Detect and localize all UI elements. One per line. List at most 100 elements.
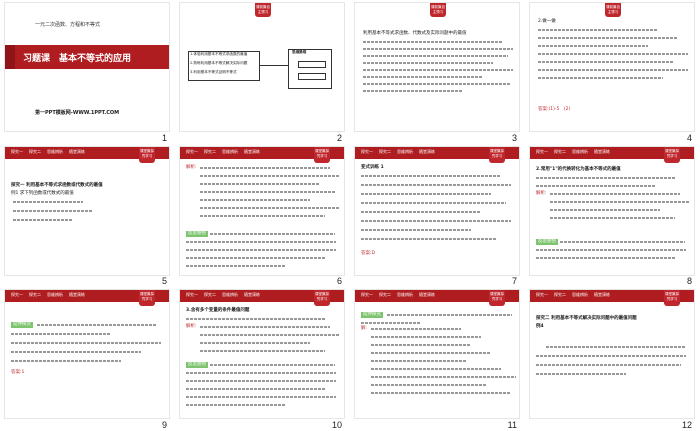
slide-thumb-10[interactable]: 探究一 探究二 思维辨析 随堂演练 课堂篇探究学习 3.含有多个变量的条件最值问… [175, 287, 350, 431]
section-badge: 课堂篇探究学习 [314, 146, 330, 163]
slide-thumb-11[interactable]: 探究一 探究二 思维辨析 随堂演练 课堂篇探究学习 延伸探究 解: 11 [350, 287, 525, 431]
tab-explore-1: 探究一 [536, 292, 548, 298]
text-block [371, 328, 516, 400]
tab-explore-2: 探究二 [29, 292, 41, 298]
tab-thinking: 思维辨析 [222, 148, 238, 154]
solution-label: 解析: [536, 190, 547, 196]
slide-number: 8 [686, 276, 692, 287]
slide-canvas: 探究一 探究二 思维辨析 随堂演练 课堂篇探究学习 变式训练 1 答案:D [354, 145, 520, 276]
tab-practice: 随堂演练 [594, 148, 610, 154]
tab-explore-1: 探究一 [11, 292, 23, 298]
section-badge: 课堂篇探究学习 [314, 290, 330, 307]
slide-thumb-7[interactable]: 探究一 探究二 思维辨析 随堂演练 课堂篇探究学习 变式训练 1 答案:D 7 [350, 144, 525, 288]
section-badge: 课前篇自主预习 [430, 3, 446, 17]
diagram-line: 1.体验利用基本不等式求函数的最值 [190, 52, 248, 56]
tab-practice: 随堂演练 [244, 148, 260, 154]
tab-explore-2: 探究二 [554, 292, 566, 298]
slide-number: 10 [331, 419, 342, 430]
text-block [200, 166, 340, 223]
slide-number: 3 [511, 132, 517, 143]
slide-canvas: 课前篇自主预习 利用基本不等式求函数、代数式及实际问题中的最值 [354, 2, 520, 132]
slide-canvas: 探究一 探究二 思维辨析 随堂演练 课堂篇探究学习 延伸探究 答案:1 [4, 289, 170, 420]
slide-thumb-2[interactable]: 课前篇自主预习 1.体验利用基本不等式求函数的最值 2.熟练利用基本不等式解决实… [175, 0, 350, 144]
cover-title: 习题课 基本不等式的应用 [23, 54, 132, 64]
tab-explore-2: 探究二 [204, 292, 216, 298]
text-block [186, 364, 340, 412]
slide-canvas: 一元二次函数、方程和不等式 习题课 基本不等式的应用 第一PPT模板网-WWW.… [4, 2, 170, 132]
diagram-line: 2.熟练利用基本不等式解决实际问题 [190, 61, 248, 65]
slide-heading: 2.常用"1"的代换转化为基本不等式的最值 [536, 166, 621, 172]
slide-thumb-9[interactable]: 探究一 探究二 思维辨析 随堂演练 课堂篇探究学习 延伸探究 答案:1 9 [0, 287, 175, 431]
tab-thinking: 思维辨析 [397, 148, 413, 154]
section-badge: 课前篇自主预习 [255, 3, 271, 17]
slide-canvas: 课前篇自主预习 2.做一做 答案:(1)-5 (2) [529, 2, 695, 132]
diagram-title: 思维脉络 [292, 50, 307, 54]
tab-thinking: 思维辨析 [572, 148, 588, 154]
text-block [186, 232, 340, 273]
slide-thumb-4[interactable]: 课前篇自主预习 2.做一做 答案:(1)-5 (2) 4 [525, 0, 700, 144]
tab-explore-1: 探究一 [361, 148, 373, 154]
text-block [538, 29, 688, 85]
diagram-connector [260, 65, 288, 66]
slide-thumb-5[interactable]: 探究一 探究二 思维辨析 随堂演练 课堂篇探究学习 探究一 利用基本不等式求函数… [0, 144, 175, 288]
slide-number: 4 [686, 132, 692, 143]
slide-thumb-12[interactable]: 探究一 探究二 思维辨析 随堂演练 课堂篇探究学习 探究二 利用基本不等式解决实… [525, 287, 700, 431]
slide-heading: 延伸探究 [361, 312, 383, 319]
slide-canvas: 探究一 探究二 思维辨析 随堂演练 课堂篇探究学习 探究一 利用基本不等式求函数… [4, 145, 170, 276]
tab-explore-2: 探究二 [29, 148, 41, 154]
slide-number: 11 [507, 419, 517, 430]
slide-number: 12 [681, 419, 692, 430]
tab-practice: 随堂演练 [69, 292, 85, 298]
section-badge: 课堂篇探究学习 [664, 290, 680, 307]
tab-practice: 随堂演练 [594, 292, 610, 298]
slide-heading: 3.含有多个变量的条件最值问题 [186, 308, 250, 314]
slide-text: 2.做一做 [538, 19, 556, 24]
slide-number: 6 [336, 276, 342, 287]
slide-thumb-6[interactable]: 探究一 探究二 思维辨析 随堂演练 课堂篇探究学习 解析: 反思感悟 6 [175, 144, 350, 288]
slide-thumb-1[interactable]: 一元二次函数、方程和不等式 习题课 基本不等式的应用 第一PPT模板网-WWW.… [0, 0, 175, 144]
answer-text: 答案:D [361, 250, 375, 256]
slide-number: 5 [161, 276, 167, 287]
slide-number: 2 [336, 132, 342, 143]
diagram-right-box [288, 49, 332, 89]
text-block [536, 176, 686, 193]
tab-practice: 随堂演练 [69, 148, 85, 154]
slide-thumb-8[interactable]: 探究一 探究二 思维辨析 随堂演练 课堂篇探究学习 2.常用"1"的代换转化为基… [525, 144, 700, 288]
section-badge: 课堂篇探究学习 [664, 146, 680, 163]
tab-thinking: 思维辨析 [47, 292, 63, 298]
tab-explore-2: 探究二 [554, 148, 566, 154]
tab-practice: 随堂演练 [419, 148, 435, 154]
tab-explore-2: 探究二 [379, 292, 391, 298]
slide-grid: 一元二次函数、方程和不等式 习题课 基本不等式的应用 第一PPT模板网-WWW.… [0, 0, 700, 431]
slide-canvas: 探究一 探究二 思维辨析 随堂演练 课堂篇探究学习 2.常用"1"的代换转化为基… [529, 145, 695, 276]
tab-explore-1: 探究一 [536, 148, 548, 154]
tab-explore-1: 探究一 [186, 148, 198, 154]
section-badge: 课堂篇探究学习 [489, 146, 505, 163]
slide-canvas: 课前篇自主预习 1.体验利用基本不等式求函数的最值 2.熟练利用基本不等式解决实… [179, 2, 345, 132]
text-block [11, 324, 167, 369]
diagram-node [298, 73, 326, 80]
section-badge: 课堂篇探究学习 [139, 146, 155, 163]
tab-thinking: 思维辨析 [572, 292, 588, 298]
tab-explore-1: 探究一 [361, 292, 373, 298]
tab-explore-1: 探究一 [186, 292, 198, 298]
section-badge: 课前篇自主预习 [605, 3, 621, 17]
slide-canvas: 探究一 探究二 思维辨析 随堂演练 课堂篇探究学习 探究二 利用基本不等式解决实… [529, 289, 695, 420]
text-block [536, 346, 691, 382]
tab-explore-2: 探究二 [204, 148, 216, 154]
cover-footer: 第一PPT模板网-WWW.1PPT.COM [35, 110, 120, 116]
reflection-label: 反思感悟 [186, 362, 208, 369]
text-block [363, 41, 513, 97]
slide-canvas: 探究一 探究二 思维辨析 随堂演练 课堂篇探究学习 解析: 反思感悟 [179, 145, 345, 276]
tab-practice: 随堂演练 [244, 292, 260, 298]
slide-thumb-3[interactable]: 课前篇自主预习 利用基本不等式求函数、代数式及实际问题中的最值 3 [350, 0, 525, 144]
slide-text: 例1 求下列函数或代数式的最值 [11, 190, 74, 196]
section-badge: 课堂篇探究学习 [489, 290, 505, 307]
slide-canvas: 探究一 探究二 思维辨析 随堂演练 课堂篇探究学习 3.含有多个变量的条件最值问… [179, 289, 345, 420]
slide-heading: 变式训练 1 [361, 164, 384, 170]
diagram-node [298, 61, 326, 68]
tab-thinking: 思维辨析 [397, 292, 413, 298]
text-block [550, 192, 690, 225]
text-block [536, 240, 690, 265]
text-block [186, 318, 336, 326]
